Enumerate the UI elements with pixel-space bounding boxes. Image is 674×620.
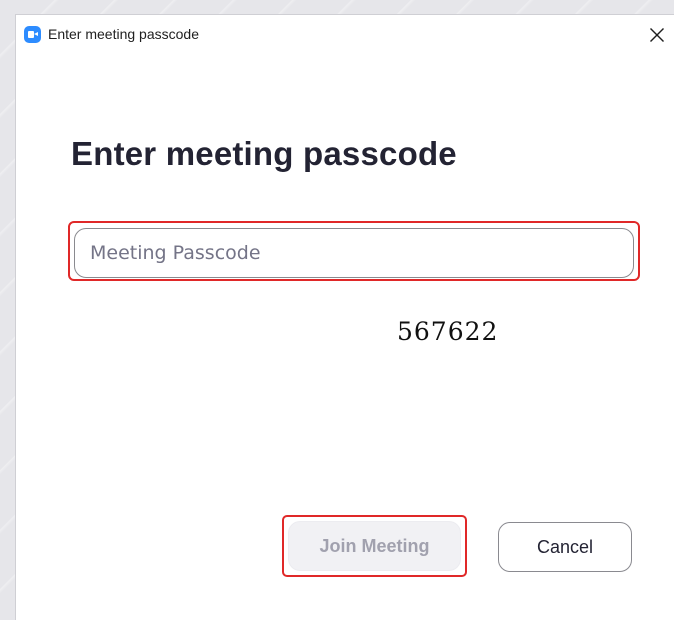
join-meeting-label: Join Meeting bbox=[319, 535, 430, 556]
passcode-field-highlight bbox=[68, 221, 640, 281]
passcode-input[interactable] bbox=[74, 228, 634, 278]
title-bar: Enter meeting passcode bbox=[16, 15, 674, 55]
cancel-label: Cancel bbox=[536, 536, 594, 557]
window-title: Enter meeting passcode bbox=[48, 26, 199, 42]
close-button[interactable] bbox=[640, 21, 674, 49]
zoom-camera-icon bbox=[24, 26, 41, 43]
join-meeting-button[interactable]: Join Meeting bbox=[288, 521, 461, 571]
cancel-button[interactable]: Cancel bbox=[498, 522, 632, 572]
camera-lens-shape bbox=[34, 32, 38, 36]
close-icon bbox=[650, 28, 664, 42]
passcode-annotation: 567622 bbox=[397, 317, 499, 346]
join-button-highlight: Join Meeting bbox=[282, 515, 467, 577]
passcode-dialog: Enter meeting passcode Enter meeting pas… bbox=[15, 14, 674, 620]
page-title: Enter meeting passcode bbox=[71, 135, 457, 172]
